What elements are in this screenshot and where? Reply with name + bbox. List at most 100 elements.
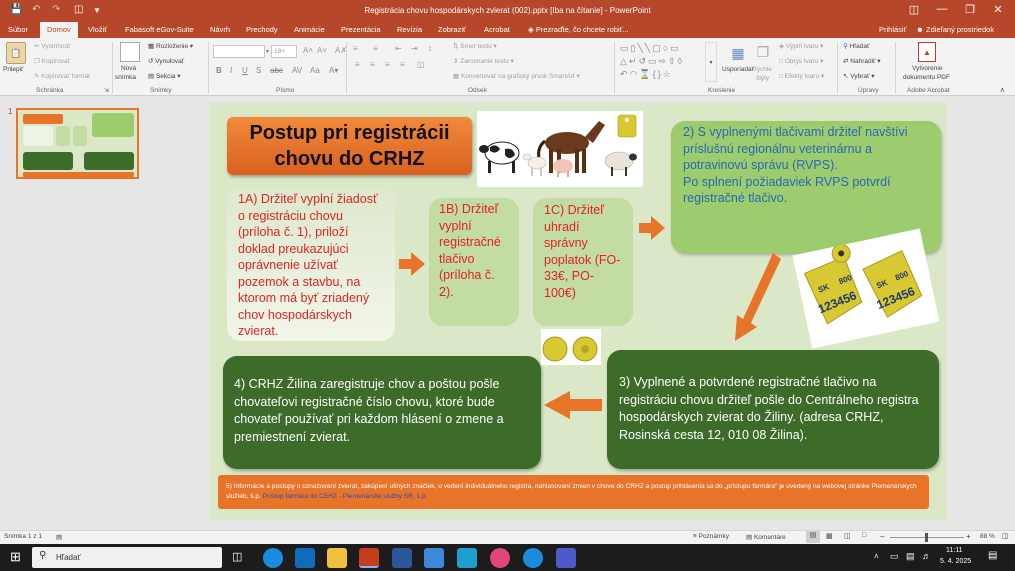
tab-acrobat[interactable]: Acrobat <box>484 25 510 34</box>
powerpoint-icon[interactable] <box>359 548 379 568</box>
normal-view-icon[interactable]: ▤ <box>806 531 820 543</box>
edge-beta-icon[interactable] <box>523 548 543 568</box>
char-spacing-icon[interactable]: AV <box>292 66 302 75</box>
file-explorer-icon[interactable] <box>327 548 347 568</box>
replace-button[interactable]: ⇄ Nahradiť ▾ <box>843 57 881 65</box>
reading-view-icon[interactable]: ◫ <box>844 532 851 540</box>
new-slide-icon[interactable] <box>120 42 140 62</box>
align-center-icon[interactable]: ≡ <box>370 60 375 69</box>
comments-button[interactable]: ▤ Komentáre <box>746 533 786 541</box>
tab-insert[interactable]: Vložiť <box>88 25 107 34</box>
shape-outline-button[interactable]: □ Obrys tvaru ▾ <box>779 57 823 65</box>
slide-sorter-icon[interactable]: ▦ <box>826 532 833 540</box>
tab-animations[interactable]: Animácie <box>294 25 325 34</box>
media-player-icon[interactable] <box>490 548 510 568</box>
align-text-button[interactable]: ⇕ Zarovnanie textu ▾ <box>453 57 514 65</box>
slideshow-view-icon[interactable]: □ <box>862 532 866 539</box>
tab-review[interactable]: Revízia <box>397 25 422 34</box>
convert-smartart-button[interactable]: ▦ Konvertovať na grafický prvok SmartArt… <box>453 72 580 80</box>
minimize-icon[interactable]: — <box>929 3 955 15</box>
section-button[interactable]: ▤ Sekcia ▾ <box>148 72 181 80</box>
line-spacing-icon[interactable]: ↕ <box>428 44 432 53</box>
align-left-icon[interactable]: ≡ <box>355 60 360 69</box>
snipping-tool-icon[interactable] <box>457 548 477 568</box>
battery-icon[interactable]: ▭ <box>890 551 899 562</box>
fit-slide-icon[interactable]: ◫ <box>1002 532 1009 540</box>
copy-button[interactable]: ❐ Kopírovať <box>34 57 70 65</box>
collapse-ribbon-icon[interactable]: ˄ <box>1000 86 1005 95</box>
layout-button[interactable]: ▦ Rozloženie ▾ <box>148 42 193 50</box>
new-slide-label-2[interactable]: snímka <box>115 74 136 81</box>
find-button[interactable]: ⚲ Hľadať <box>843 42 869 50</box>
reset-button[interactable]: ↺ Vynulovať <box>148 57 184 65</box>
tab-file[interactable]: Súbor <box>8 25 28 34</box>
quick-styles-label-2[interactable]: štýly <box>756 75 769 82</box>
shape-fill-button[interactable]: ◈ Výplň tvaru ▾ <box>779 42 823 50</box>
clipboard-launcher-icon[interactable]: ⇲ <box>104 87 109 94</box>
tab-slideshow[interactable]: Prezentácia <box>341 25 381 34</box>
cut-button[interactable]: ✂ Vystrihnúť <box>34 42 71 50</box>
windows-start-icon[interactable]: ⊞ <box>10 549 21 565</box>
zoom-out-icon[interactable]: – <box>880 532 884 541</box>
strikethrough-icon[interactable]: abc <box>270 66 283 75</box>
tab-fabasoft[interactable]: Fabasoft eGov-Suite <box>125 25 194 34</box>
decrease-indent-icon[interactable]: ⇤ <box>395 44 402 53</box>
increase-indent-icon[interactable]: ⇥ <box>411 44 418 53</box>
tray-chevron-icon[interactable]: ˄ <box>874 552 879 561</box>
format-painter-button[interactable]: ✎ Kopírovať formát <box>34 72 90 80</box>
font-name-box[interactable] <box>213 45 265 58</box>
underline-icon[interactable]: U <box>242 66 248 75</box>
notifications-icon[interactable]: ▤ <box>988 550 997 561</box>
zoom-level[interactable]: 88 % <box>980 533 995 540</box>
word-icon[interactable] <box>392 548 412 568</box>
arrange-icon[interactable]: ▦ <box>727 42 749 64</box>
shrink-font-icon[interactable]: A˅ <box>317 46 327 55</box>
tab-home[interactable]: Domov <box>40 22 78 38</box>
paste-icon[interactable]: 📋 <box>6 42 26 64</box>
spellcheck-icon[interactable]: ▤ <box>56 533 62 541</box>
clock-time[interactable]: 11:11 <box>946 547 962 554</box>
slide-thumbnail[interactable] <box>16 108 139 179</box>
text-direction-button[interactable]: ⇅ Smer textu ▾ <box>453 42 497 50</box>
zoom-in-icon[interactable]: + <box>966 532 971 541</box>
font-color-icon[interactable]: A▾ <box>329 66 338 75</box>
create-pdf-label-2[interactable]: dokumentu PDF <box>903 74 950 81</box>
sign-in-link[interactable]: Prihlásiť <box>879 25 906 34</box>
align-right-icon[interactable]: ≡ <box>385 60 390 69</box>
new-slide-label-1[interactable]: Nová <box>121 65 136 72</box>
shapes-gallery[interactable]: ▭▯╲╲▢○▭ △↵↺▭⇨⇧◊ ↶◠⌛{}☆ <box>620 42 700 82</box>
share-button[interactable]: ☻ Zdieľaný prostriedok <box>916 25 994 34</box>
taskbar-search-box[interactable]: ⚲ Hľadať <box>32 547 222 568</box>
teams-icon[interactable] <box>556 548 576 568</box>
italic-icon[interactable]: I <box>230 66 232 75</box>
numbering-icon[interactable]: ≡ <box>373 44 378 53</box>
tell-me-box[interactable]: ◈ Prezraďte, čo chcete robiť... <box>528 25 629 34</box>
shadow-icon[interactable]: S <box>256 66 261 75</box>
select-button[interactable]: ↖ Vybrať ▾ <box>843 72 875 80</box>
quick-styles-icon[interactable]: ❒ <box>753 42 773 62</box>
arrange-button[interactable]: Usporiadať <box>722 66 754 73</box>
footer-link[interactable]: Prístup farmára do CEHZ - Plemenárske sl… <box>263 493 428 500</box>
quick-styles-label-1[interactable]: Rýchle <box>752 66 772 73</box>
bold-icon[interactable]: B <box>216 66 222 75</box>
pdf-icon[interactable]: ▲ <box>918 42 936 62</box>
create-pdf-label-1[interactable]: Vytvorenie <box>912 65 942 72</box>
change-case-icon[interactable]: Aa <box>310 66 320 75</box>
restore-icon[interactable]: ❐ <box>957 3 983 16</box>
columns-icon[interactable]: ◫ <box>417 60 425 69</box>
paste-button[interactable]: Prilepiť <box>3 66 24 73</box>
network-icon[interactable]: ▤ <box>906 551 915 562</box>
outlook-icon[interactable] <box>295 548 315 568</box>
grow-font-icon[interactable]: A˄ <box>303 46 313 55</box>
slide[interactable]: Postup pri registrácii chovu do CRHZ 2) … <box>209 103 947 520</box>
tab-view[interactable]: Zobraziť <box>438 25 466 34</box>
tab-transitions[interactable]: Prechody <box>246 25 278 34</box>
ribbon-display-icon[interactable]: ◫ <box>901 3 927 16</box>
edge-icon[interactable] <box>263 548 283 568</box>
shapes-scroll-icon[interactable]: ▾ <box>705 42 717 82</box>
notes-button[interactable]: ≡ Poznámky <box>693 533 729 540</box>
bullets-icon[interactable]: ≡ <box>353 44 358 53</box>
font-size-box[interactable]: 18+ <box>271 45 297 58</box>
zoom-slider-thumb[interactable] <box>925 533 928 542</box>
shape-effects-button[interactable]: □ Efekty tvaru ▾ <box>779 72 824 80</box>
